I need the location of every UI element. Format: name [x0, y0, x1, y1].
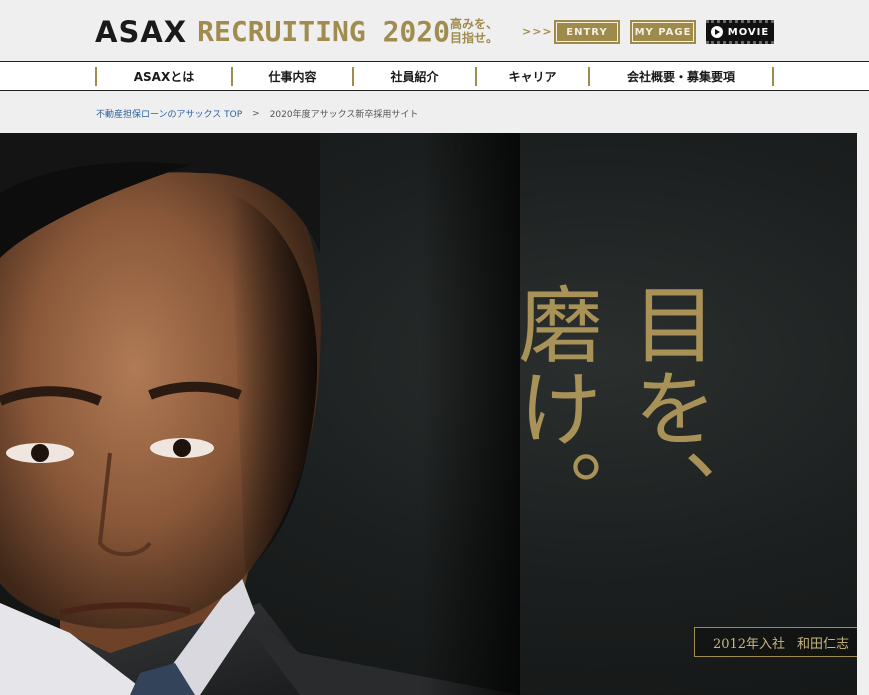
header-tagline: 高みを、 目指せ。 — [450, 17, 498, 45]
entry-button[interactable]: ENTRY — [554, 20, 620, 44]
headline-column-1: 目を、 — [619, 281, 717, 533]
breadcrumb-separator: > — [252, 108, 260, 119]
logo-recruiting-text: RECRUITING 2020 — [197, 15, 451, 48]
employee-portrait — [0, 133, 520, 695]
arrows-icon: >>> — [522, 25, 553, 38]
caption-name: 和田仁志 — [797, 636, 850, 652]
nav-item-about[interactable]: ASAXとは — [95, 67, 231, 86]
nav-item-career[interactable]: キャリア — [475, 67, 588, 86]
site-header: ASAX RECRUITING 2020 高みを、 目指せ。 >>> ENTRY… — [0, 0, 869, 61]
caption-year: 2012年入社 — [712, 636, 786, 652]
breadcrumb-home-link[interactable]: 不動産担保ローンのアサックス TOP — [96, 107, 242, 120]
global-nav: ASAXとは 仕事内容 社員紹介 キャリア 会社概要・募集要項 — [0, 61, 869, 91]
tagline-line-1: 高みを、 — [450, 17, 499, 31]
tagline-line-2: 目指せ。 — [450, 31, 499, 45]
headline-column-2: 磨け。 — [505, 281, 603, 533]
movie-button-label: MOVIE — [727, 26, 770, 38]
logo-asax-text: ASAX — [95, 15, 188, 49]
hero-headline: 目を、 磨け。 — [486, 281, 717, 681]
mypage-button[interactable]: MY PAGE — [630, 20, 696, 44]
breadcrumb-current: 2020年度アサックス新卒採用サイト — [269, 110, 419, 120]
nav-item-work[interactable]: 仕事内容 — [231, 67, 352, 86]
employee-caption: 2012年入社 和田仁志 — [694, 627, 857, 657]
breadcrumb: 不動産担保ローンのアサックス TOP > 2020年度アサックス新卒採用サイト — [96, 107, 419, 121]
nav-item-staff[interactable]: 社員紹介 — [352, 67, 475, 86]
play-icon — [710, 26, 723, 38]
hero-visual: 目を、 磨け。 2012年入社 和田仁志 — [0, 133, 857, 695]
site-logo[interactable]: ASAX RECRUITING 2020 — [95, 15, 450, 49]
movie-button[interactable]: MOVIE — [706, 20, 774, 44]
nav-item-company[interactable]: 会社概要・募集要項 — [588, 67, 774, 86]
